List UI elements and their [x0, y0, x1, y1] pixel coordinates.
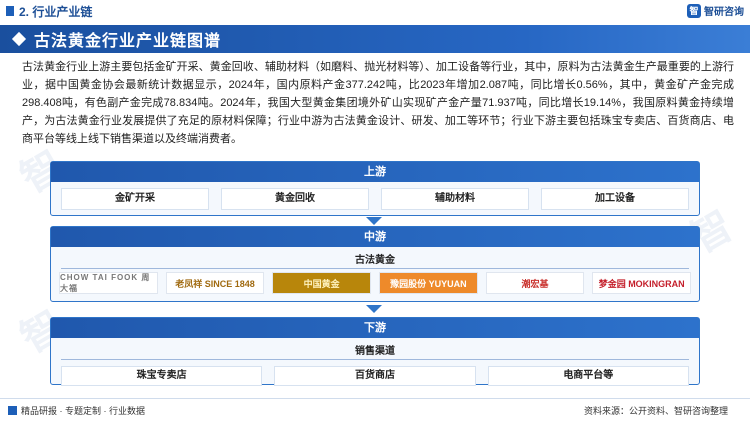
upstream-item: 辅助材料 — [381, 188, 529, 210]
logo-icon: 智 — [687, 3, 701, 18]
diamond-icon — [11, 31, 27, 47]
footer: 精品研报 · 专题定制 · 行业数据 资料来源：公开资料、智研咨询整理 — [0, 398, 750, 421]
source-note: 资料来源：公开资料、智研咨询整理 — [583, 405, 728, 416]
midstream-panel: 中游 古法黄金 CHOW TAI FOOK 周大福 老凤祥 SINCE 1848… — [50, 226, 700, 302]
arrow-down-icon — [366, 305, 382, 313]
upstream-item: 金矿开采 — [61, 188, 209, 210]
downstream-header: 下游 — [51, 318, 699, 338]
midstream-header: 中游 — [51, 227, 699, 247]
brand-logo-laofengxiang: 老凤祥 SINCE 1848 — [165, 272, 265, 294]
page-title: 古法黄金行业产业链图谱 — [34, 33, 222, 50]
upstream-item: 黄金回收 — [221, 188, 369, 210]
section-header: 2. 行业产业链 智 智研咨询 — [0, 0, 750, 22]
section-label: 2. 行业产业链 — [19, 4, 93, 19]
brand-logo-mokingran: 梦金园 MOKINGRAN — [592, 272, 692, 294]
brand-logo-chaohongji: 潮宏基 — [485, 272, 585, 294]
upstream-panel: 上游 金矿开采 黄金回收 辅助材料 加工设备 — [50, 161, 700, 216]
footer-left: 精品研报 · 专题定制 · 行业数据 — [21, 405, 145, 416]
downstream-subtitle: 销售渠道 — [355, 346, 395, 357]
intro-paragraph: 古法黄金行业上游主要包括金矿开采、黄金回收、辅助材料（如磨料、抛光材料等）、加工… — [22, 61, 734, 145]
brand-logo-chinagold: 中国黄金 — [272, 272, 372, 294]
brand-logo-chowtaifook: CHOW TAI FOOK 周大福 — [59, 272, 158, 294]
downstream-item: 珠宝专卖店 — [61, 366, 263, 386]
upstream-header: 上游 — [51, 162, 699, 182]
footer-logo-icon — [8, 405, 17, 415]
upstream-item: 加工设备 — [541, 188, 689, 210]
brand-logo: 智 智研咨询 — [687, 3, 744, 18]
downstream-item: 百货商店 — [274, 366, 476, 386]
arrow-down-icon — [366, 217, 382, 225]
midstream-subtitle: 古法黄金 — [355, 255, 395, 266]
logo-text: 智研咨询 — [704, 7, 744, 18]
downstream-item: 电商平台等 — [487, 366, 689, 386]
title-bar: 古法黄金行业产业链图谱 — [0, 25, 750, 53]
section-marker-icon — [6, 6, 14, 16]
brand-logo-yuyuan: 豫园股份 YUYUAN — [379, 272, 478, 294]
downstream-panel: 下游 销售渠道 珠宝专卖店 百货商店 电商平台等 — [50, 317, 700, 386]
